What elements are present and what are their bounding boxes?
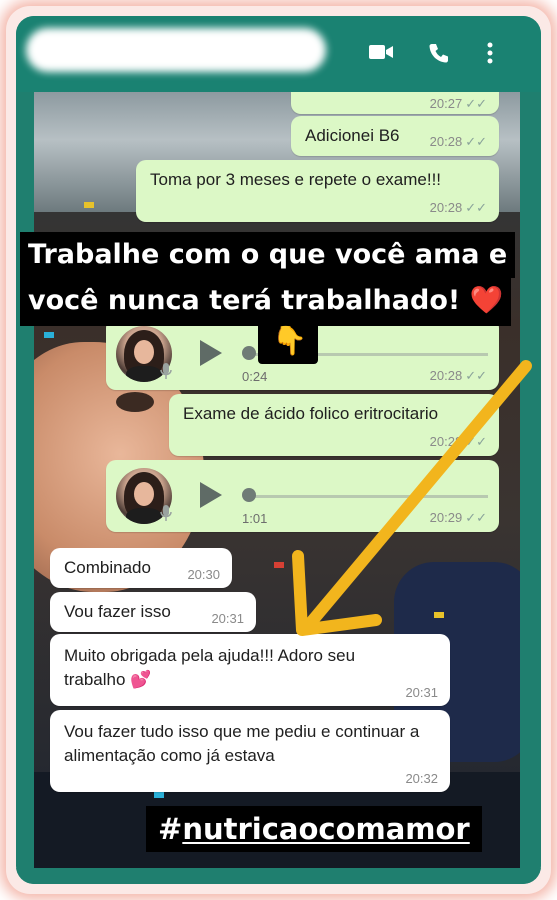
confetti-shape: [434, 612, 444, 618]
phone-icon[interactable]: [428, 42, 450, 64]
message-text: Exame de ácido folico eritrocitario: [183, 404, 439, 423]
confetti-shape: [154, 792, 164, 798]
read-ticks-icon: ✓✓: [465, 434, 487, 449]
audio-progress-knob[interactable]: [242, 488, 256, 502]
message-text: Muito obrigada pela ajuda!!! Adoro seu t…: [64, 646, 356, 689]
read-ticks-icon: ✓✓: [465, 200, 487, 215]
message-text: Adicionei B6: [305, 126, 400, 145]
confetti-shape: [84, 202, 94, 208]
message-time: 20:28: [429, 434, 463, 449]
read-ticks-icon: ✓✓: [465, 96, 487, 111]
bottom-strip: [16, 868, 541, 884]
read-ticks-icon: ✓✓: [465, 510, 487, 525]
blurred-contact-name: [26, 28, 326, 72]
read-ticks-icon: ✓✓: [465, 134, 487, 149]
video-call-icon[interactable]: [368, 42, 394, 62]
message-text: Toma por 3 meses e repete o exame!!!: [150, 170, 442, 189]
hashtag-symbol: #: [158, 812, 183, 846]
message-bubble-outgoing[interactable]: Toma por 3 meses e repete o exame!!! 20:…: [136, 160, 499, 222]
message-bubble-incoming[interactable]: Combinado 20:30: [50, 548, 232, 588]
message-text: Combinado: [64, 558, 151, 577]
message-time: 20:27: [429, 96, 463, 111]
message-time: 20:31: [211, 611, 244, 626]
audio-duration: 1:01: [242, 511, 268, 526]
hashtag-text: nutricaocomamor: [182, 812, 470, 846]
story-caption-line-1: Trabalhe com o que você ama e: [20, 232, 516, 278]
more-options-icon[interactable]: [486, 42, 494, 64]
message-time: 20:31: [405, 685, 438, 700]
message-time: 20:32: [405, 771, 438, 786]
message-time: 20:28: [429, 134, 463, 149]
message-bubble-outgoing[interactable]: 20:27 ✓✓: [291, 92, 499, 114]
message-bubble-outgoing[interactable]: Exame de ácido folico eritrocitario 20:2…: [169, 394, 499, 456]
confetti-shape: [44, 332, 54, 338]
message-time: 20:30: [187, 567, 220, 582]
pointing-down-icon: 👇: [272, 325, 307, 356]
background-photo-eye: [116, 392, 154, 412]
message-time: 20:29: [429, 510, 463, 525]
microphone-icon: [160, 505, 172, 521]
confetti-shape: [274, 562, 284, 568]
play-icon[interactable]: [198, 338, 224, 368]
message-time: 20:28: [429, 368, 463, 383]
message-bubble-incoming[interactable]: Muito obrigada pela ajuda!!! Adoro seu t…: [50, 634, 450, 706]
audio-progress-knob[interactable]: [242, 346, 256, 360]
message-text: Vou fazer isso: [64, 602, 171, 621]
audio-duration: 0:24: [242, 369, 268, 384]
message-text: Vou fazer tudo isso que me pediu e conti…: [64, 722, 420, 765]
read-ticks-icon: ✓✓: [465, 368, 487, 383]
audio-progress-track[interactable]: [248, 495, 488, 498]
message-bubble-incoming[interactable]: Vou fazer isso 20:31: [50, 592, 256, 632]
hashtag-sticker: #nutricaocomamor: [146, 806, 482, 852]
message-time: 20:28: [429, 200, 463, 215]
voice-message-outgoing[interactable]: 1:01 20:29 ✓✓: [106, 460, 499, 532]
chat-screenshot: 20:27 ✓✓ Adicionei B6 20:28 ✓✓ Toma por 3 …: [16, 16, 541, 884]
message-bubble-outgoing[interactable]: Adicionei B6 20:28 ✓✓: [291, 116, 499, 156]
play-icon[interactable]: [198, 480, 224, 510]
chat-header: [16, 16, 541, 92]
microphone-icon: [160, 363, 172, 379]
pointing-down-emoji: 👇: [258, 318, 318, 364]
message-bubble-incoming[interactable]: Vou fazer tudo isso que me pediu e conti…: [50, 710, 450, 792]
